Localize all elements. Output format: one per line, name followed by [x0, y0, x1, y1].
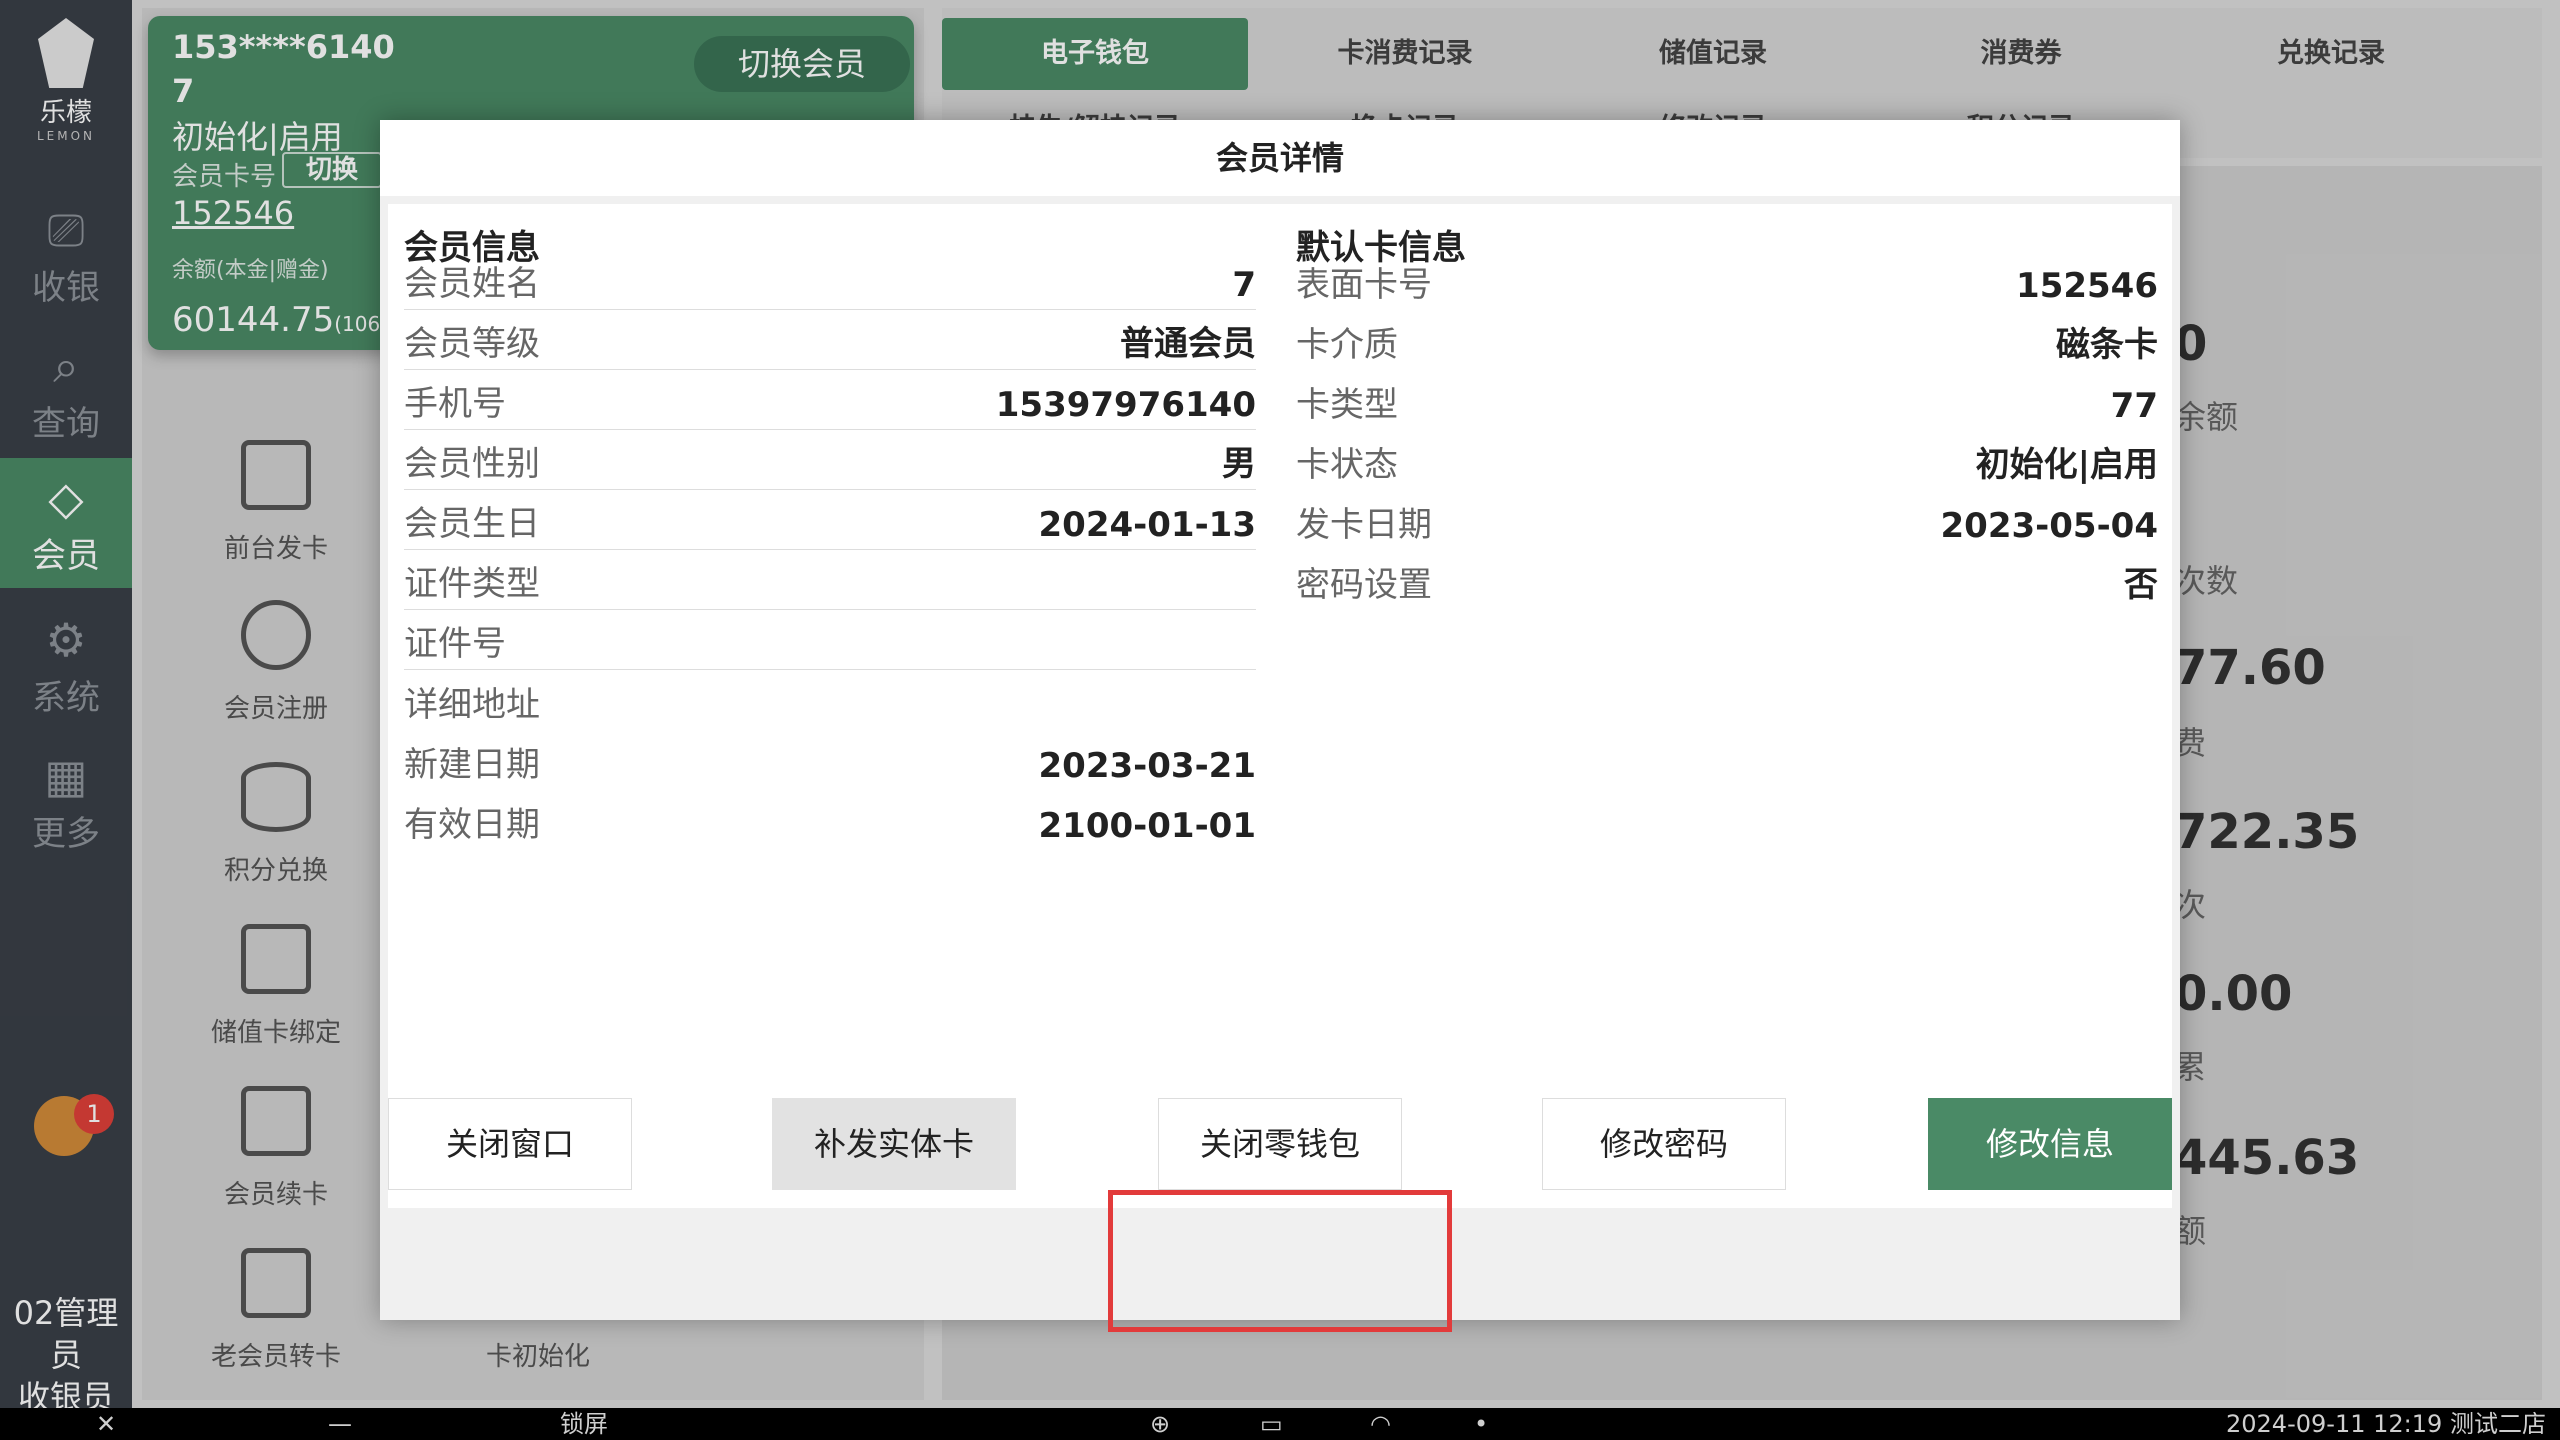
card-row: 卡状态 初始化|启用 — [1296, 430, 2158, 490]
field-value: 2024-01-13 — [1038, 505, 1256, 545]
card-row: 发卡日期 2023-05-04 — [1296, 490, 2158, 550]
member-row: 有效日期 2100-01-01 — [404, 790, 1256, 850]
field-label: 卡类型 — [1296, 385, 1398, 425]
member-row: 证件号 — [404, 610, 1256, 670]
field-label: 会员生日 — [404, 504, 540, 544]
field-value: 2100-01-01 — [1038, 806, 1256, 846]
field-label: 密码设置 — [1296, 565, 1432, 605]
dialog-title: 会员详情 — [380, 120, 2180, 196]
field-value: 初始化|启用 — [1975, 445, 2158, 485]
member-row: 手机号 15397976140 — [404, 370, 1256, 430]
field-value: 7 — [1232, 265, 1256, 305]
member-row: 会员性别 男 — [404, 430, 1256, 490]
member-row: 会员等级 普通会员 — [404, 310, 1256, 370]
field-label: 会员姓名 — [404, 264, 540, 304]
member-row: 证件类型 — [404, 550, 1256, 610]
field-value: 磁条卡 — [2056, 325, 2158, 365]
highlight-box — [1108, 1190, 1452, 1332]
field-value: 男 — [1222, 444, 1256, 484]
field-value: 77 — [2110, 386, 2158, 426]
edit-info-button[interactable]: 修改信息 — [1928, 1098, 2172, 1190]
close-wallet-button[interactable]: 关闭零钱包 — [1158, 1098, 1402, 1190]
close-window-button[interactable]: 关闭窗口 — [388, 1098, 632, 1190]
monitor-icon[interactable]: ▭ — [1260, 1408, 1283, 1440]
field-label: 卡状态 — [1296, 445, 1398, 485]
field-value: 2023-03-21 — [1038, 746, 1256, 786]
field-label: 会员等级 — [404, 324, 540, 364]
wifi-icon[interactable]: ◠ — [1370, 1408, 1391, 1440]
field-label: 发卡日期 — [1296, 505, 1432, 545]
minimize-icon[interactable]: — — [328, 1408, 352, 1440]
dialog-body: 会员信息 会员姓名 7 会员等级 普通会员 手机号 15397976140 会员性别男… — [388, 204, 2172, 1208]
lock-screen-button[interactable]: 锁屏 — [560, 1408, 608, 1440]
field-label: 卡介质 — [1296, 325, 1398, 365]
dot-icon: • — [1474, 1410, 1489, 1438]
reissue-card-button[interactable]: 补发实体卡 — [772, 1098, 1016, 1190]
card-row: 卡介质 磁条卡 — [1296, 310, 2158, 370]
member-row: 新建日期 2023-03-21 — [404, 730, 1256, 790]
field-value: 2023-05-04 — [1940, 506, 2158, 546]
card-row: 密码设置 否 — [1296, 550, 2158, 610]
field-value: 15397976140 — [995, 385, 1256, 425]
field-label: 表面卡号 — [1296, 265, 1432, 305]
field-label: 证件类型 — [404, 564, 540, 604]
field-label: 详细地址 — [404, 685, 540, 725]
close-icon[interactable]: ✕ — [96, 1408, 116, 1440]
member-row: 会员生日 2024-01-13 — [404, 490, 1256, 550]
taskbar: ✕ — 锁屏 ⊕ ▭ ◠ • 2024-09-11 12:19 测试二店 — [0, 1408, 2560, 1440]
member-row: 详细地址 — [404, 670, 1256, 730]
field-label: 手机号 — [404, 384, 506, 424]
store-name: 测试二店 — [2450, 1410, 2546, 1438]
globe-icon[interactable]: ⊕ — [1150, 1408, 1170, 1440]
clock: 2024-09-11 12:19 — [2226, 1410, 2443, 1438]
member-row: 会员姓名 7 — [404, 250, 1256, 310]
field-label: 有效日期 — [404, 805, 540, 845]
card-row: 表面卡号 152546 — [1296, 250, 2158, 310]
field-label: 新建日期 — [404, 745, 540, 785]
field-label: 会员性别 — [404, 444, 540, 484]
field-value: 普通会员 — [1120, 324, 1256, 364]
field-label: 证件号 — [404, 624, 506, 664]
change-password-button[interactable]: 修改密码 — [1542, 1098, 1786, 1190]
field-value: 152546 — [2016, 266, 2158, 306]
card-row: 卡类型 77 — [1296, 370, 2158, 430]
field-value: 否 — [2124, 565, 2158, 605]
